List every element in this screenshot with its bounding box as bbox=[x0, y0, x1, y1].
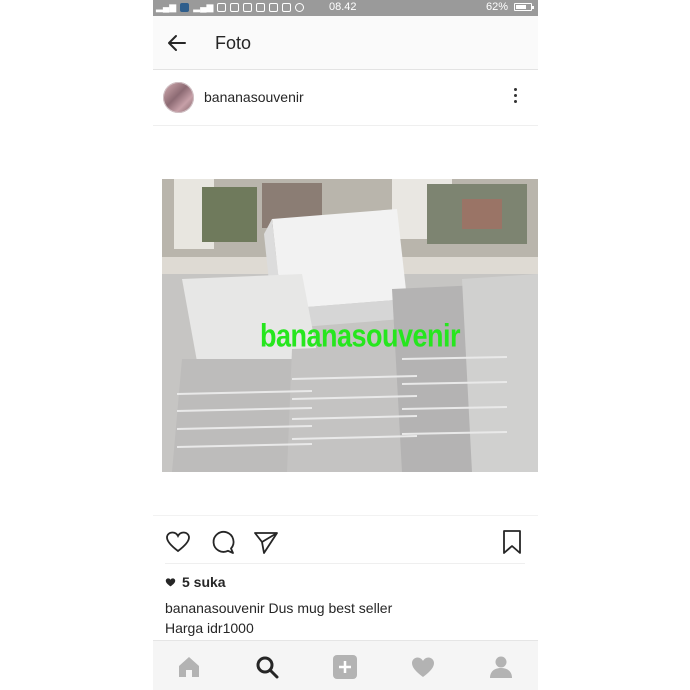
profile-icon[interactable] bbox=[488, 654, 514, 680]
caption-line-2: Harga idr1000 bbox=[165, 620, 254, 636]
bookmark-icon[interactable] bbox=[498, 528, 526, 556]
battery-percent: 62% bbox=[485, 1, 508, 13]
heart-outline-icon[interactable] bbox=[164, 528, 192, 556]
post-photo[interactable]: bananasouvenir bbox=[162, 179, 538, 472]
status-icons-right: 62% bbox=[485, 1, 534, 13]
heart-filled-icon bbox=[165, 577, 176, 586]
facebook-icon bbox=[282, 3, 292, 12]
notification-icon bbox=[230, 3, 240, 12]
mail-icon bbox=[256, 3, 266, 12]
caption-line-1: bananasouvenir Dus mug best seller bbox=[165, 598, 392, 618]
post-header: bananasouvenir bbox=[153, 70, 538, 126]
page-title: Foto bbox=[215, 33, 252, 53]
more-vertical-icon[interactable] bbox=[514, 88, 518, 108]
photo-watermark: bananasouvenir bbox=[260, 317, 461, 354]
status-icons-left: ▂▄▆ ▂▄▆ bbox=[156, 2, 305, 13]
notification-icon bbox=[217, 3, 227, 12]
app-notification-icon bbox=[180, 3, 190, 12]
likes-count[interactable]: 5 suka bbox=[165, 574, 226, 590]
add-icon[interactable] bbox=[332, 654, 358, 680]
status-bar: ▂▄▆ ▂▄▆ 08.42 62% bbox=[153, 0, 538, 16]
top-app-bar: Foto bbox=[153, 16, 538, 70]
avatar[interactable] bbox=[163, 82, 194, 113]
post-actions bbox=[153, 515, 538, 566]
signal-icon-2: ▂▄▆ bbox=[193, 2, 214, 12]
likes-label: 5 suka bbox=[182, 574, 226, 590]
signal-icon: ▂▄▆ bbox=[156, 2, 177, 12]
send-icon[interactable] bbox=[252, 528, 280, 556]
chat-icon bbox=[295, 3, 305, 12]
post-username[interactable]: bananasouvenir bbox=[204, 89, 304, 105]
download-icon bbox=[269, 3, 279, 12]
divider bbox=[165, 563, 525, 564]
search-icon[interactable] bbox=[254, 654, 280, 680]
post-caption: bananasouvenir Dus mug best seller Harga… bbox=[165, 598, 392, 638]
comment-icon[interactable] bbox=[209, 528, 237, 556]
activity-heart-icon[interactable] bbox=[410, 654, 436, 680]
bottom-navigation bbox=[153, 640, 538, 690]
battery-icon bbox=[514, 3, 534, 11]
caption-text: Dus mug best seller bbox=[268, 600, 393, 616]
phone-screen: ▂▄▆ ▂▄▆ 08.42 62% Foto bananasouvenir ba… bbox=[153, 0, 538, 690]
notification-icon bbox=[243, 3, 253, 12]
clock: 08.42 bbox=[329, 1, 357, 13]
home-icon[interactable] bbox=[176, 654, 202, 680]
caption-username[interactable]: bananasouvenir bbox=[165, 600, 265, 616]
arrow-left-icon[interactable] bbox=[165, 31, 189, 55]
